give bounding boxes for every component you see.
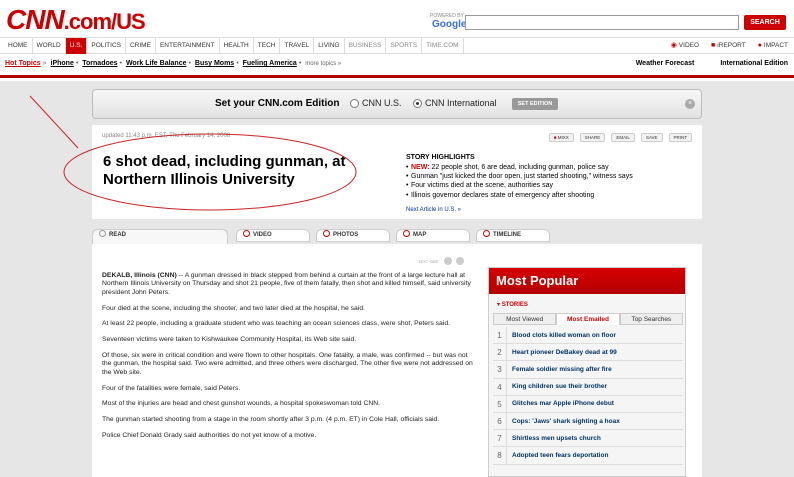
article-paragraph: Seventeen victims were taken to Kishwauk… <box>102 336 357 344</box>
stories-label: ▾ STORIES <box>497 302 528 308</box>
nav-item-living[interactable]: LIVING <box>314 38 345 54</box>
nav-item-home[interactable]: HOME <box>4 38 33 54</box>
video-icon <box>243 230 250 237</box>
page-title: 6 shot dead, including gunman, at Northe… <box>103 153 346 188</box>
updated-timestamp: updated 11:43 p.m. EST, Thu February 14,… <box>102 133 231 139</box>
highlight-item: Illinois governor declares state of emer… <box>406 191 696 200</box>
main-nav: HOME WORLD U.S. POLITICS CRIME ENTERTAIN… <box>0 37 794 54</box>
text-size-label: TEXT SIZE <box>418 259 439 264</box>
search-button[interactable]: SEARCH <box>744 15 786 30</box>
international-edition-link[interactable]: International Edition <box>720 60 788 67</box>
nav-ireport-link[interactable]: ■ iREPORT <box>711 38 746 54</box>
set-edition-button[interactable]: SET EDITION <box>512 98 558 110</box>
most-popular-title: Most Popular <box>489 268 685 294</box>
nav-item-tech[interactable]: TECH <box>254 38 281 54</box>
tab-photos[interactable]: PHOTOS <box>316 229 390 242</box>
list-item[interactable]: 3 Female soldier missing after fire <box>493 361 683 379</box>
text-size-increase-icon[interactable] <box>456 257 464 265</box>
email-button[interactable]: EMAIL <box>611 133 635 142</box>
nav-item-travel[interactable]: TRAVEL <box>280 38 315 54</box>
article-paragraph: The gunman started shooting from a stage… <box>102 416 440 424</box>
radio-cnn-international-label[interactable]: CNN International <box>425 98 497 108</box>
tab-most-emailed[interactable]: Most Emailed <box>556 313 620 325</box>
cnn-logo[interactable]: CNN.com/US <box>6 4 146 36</box>
text-size-decrease-icon[interactable] <box>444 257 452 265</box>
article-paragraph: Four died at the scene, including the sh… <box>102 304 365 312</box>
tab-timeline[interactable]: TIMELINE <box>476 229 550 242</box>
list-item[interactable]: 1 Blood clots killed woman on floor <box>493 327 683 345</box>
hot-topics-label[interactable]: Hot Topics <box>5 60 41 67</box>
hot-topic-link[interactable]: Tornadoes <box>82 60 117 67</box>
site-header: CNN.com/US POWERED BY Google SEARCH <box>0 0 794 36</box>
tab-video[interactable]: VIDEO <box>236 229 310 242</box>
tab-most-viewed[interactable]: Most Viewed <box>493 313 557 325</box>
radio-cnn-us-label[interactable]: CNN U.S. <box>362 98 402 108</box>
article-paragraph: DEKALB, Illinois (CNN) -- A gunman dress… <box>102 272 471 296</box>
nav-item-crime[interactable]: CRIME <box>126 38 156 54</box>
article-paragraph: Most of the injuries are head and chest … <box>102 400 381 408</box>
hot-topic-link[interactable]: Work Life Balance <box>126 60 187 67</box>
nav-item-business[interactable]: BUSINESS <box>345 38 387 54</box>
timeline-icon <box>483 230 490 237</box>
read-icon <box>99 230 106 237</box>
article-paragraph: Four of the fatalities were female, said… <box>102 384 241 392</box>
nav-item-sports[interactable]: SPORTS <box>386 38 423 54</box>
video-icon: ◉ <box>670 42 677 49</box>
nav-item-us[interactable]: U.S. <box>65 38 88 54</box>
nav-item-world[interactable]: WORLD <box>33 38 66 54</box>
share-button[interactable]: SHARE <box>579 133 606 142</box>
nav-item-health[interactable]: HEALTH <box>220 38 254 54</box>
article-paragraph: Of those, six were in critical condition… <box>102 352 473 376</box>
tab-read[interactable]: READ <box>92 229 228 244</box>
highlights-title: STORY HIGHLIGHTS <box>406 154 475 161</box>
most-popular-box: Most Popular ▾ STORIES Most Viewed Most … <box>488 267 686 477</box>
print-button[interactable]: PRINT <box>668 133 692 142</box>
nav-impact-link[interactable]: ● IMPACT <box>758 38 788 54</box>
highlight-item: Four victims died at the scene, authorit… <box>406 181 696 190</box>
impact-icon: ● <box>757 42 762 49</box>
story-header: updated 11:43 p.m. EST, Thu February 14,… <box>92 125 702 219</box>
ireport-icon: ■ <box>711 42 716 49</box>
radio-cnn-us[interactable] <box>350 99 359 108</box>
highlight-item: Gunman "just kicked the door open, just … <box>406 172 696 181</box>
mixx-button[interactable]: ■ MIXX <box>548 133 574 142</box>
hot-topics-bar: Hot Topics» iPhone • Tornadoes • Work Life… <box>0 56 794 78</box>
list-item[interactable]: 2 Heart pioneer DeBakey dead at 99 <box>493 344 683 362</box>
more-topics-link[interactable]: more topics » <box>305 61 341 67</box>
highlight-item: NEW: 22 people shot, 6 are dead, includi… <box>406 163 696 172</box>
list-item[interactable]: 6 Cops: 'Jaws' shark sighting a hoax <box>493 412 683 431</box>
hot-topic-link[interactable]: Busy Moms <box>195 60 234 67</box>
search-input[interactable] <box>465 15 739 30</box>
nav-video-link[interactable]: ◉ VIDEO <box>671 38 699 54</box>
nav-item-entertainment[interactable]: ENTERTAINMENT <box>156 38 220 54</box>
article-paragraph: Police Chief Donald Grady said authoriti… <box>102 432 317 439</box>
next-article-link[interactable]: Next Article in U.S. » <box>406 207 696 213</box>
edition-selector: Set your CNN.com Edition CNN U.S. CNN In… <box>92 89 702 119</box>
tab-top-searches[interactable]: Top Searches <box>619 313 683 325</box>
story-highlights: STORY HIGHLIGHTS NEW: 22 people shot, 6 … <box>406 154 696 213</box>
list-item[interactable]: 4 King children sue their brother <box>493 378 683 396</box>
map-icon <box>403 230 410 237</box>
story-tools: ■ MIXX SHARE EMAIL SAVE PRINT <box>548 133 692 142</box>
list-item[interactable]: 8 Adopted teen fears deportation <box>493 447 683 465</box>
nav-item-time[interactable]: TIME.COM <box>422 38 464 54</box>
save-button[interactable]: SAVE <box>640 133 663 142</box>
list-item[interactable]: 5 Glitches mar Apple iPhone debut <box>493 395 683 413</box>
close-icon[interactable]: × <box>685 99 695 109</box>
camera-icon <box>323 230 330 237</box>
article-paragraph: At least 22 people, including a graduate… <box>102 320 450 328</box>
weather-forecast-link[interactable]: Weather Forecast <box>636 60 695 67</box>
list-item[interactable]: 7 Shirtless men upsets church <box>493 430 683 448</box>
edition-title: Set your CNN.com Edition <box>215 98 340 109</box>
tab-map[interactable]: MAP <box>396 229 470 242</box>
hot-topic-link[interactable]: iPhone <box>51 60 74 67</box>
nav-item-politics[interactable]: POLITICS <box>87 38 126 54</box>
radio-cnn-international[interactable] <box>413 99 422 108</box>
google-logo: Google <box>432 19 467 30</box>
popular-list: 1 Blood clots killed woman on floor 2 Hear… <box>493 327 683 465</box>
hot-topic-link[interactable]: Fueling America <box>243 60 297 67</box>
